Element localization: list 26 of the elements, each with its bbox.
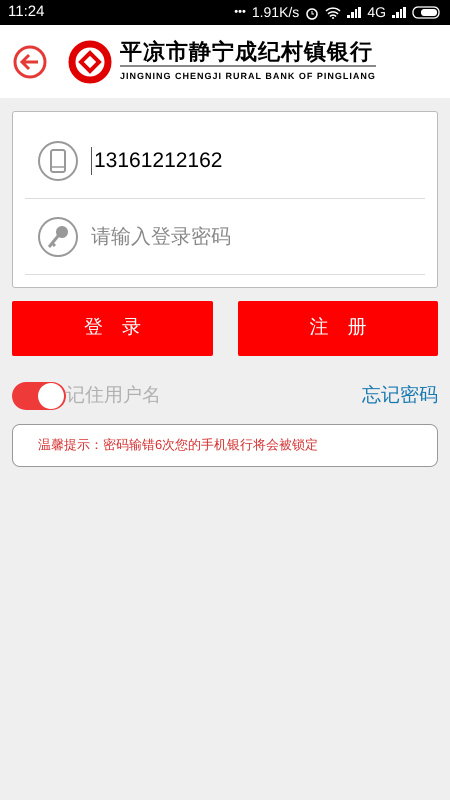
forgot-password-link[interactable]: 忘记密码	[362, 382, 438, 410]
notice-text: 温馨提示：密码输错6次您的手机银行将会被锁定	[38, 436, 318, 454]
bank-english-name: JINGNING CHENGJI RURAL BANK OF PINGLIANG	[120, 70, 376, 84]
phone-icon	[37, 140, 79, 182]
phone-field[interactable]: 13161212162	[25, 124, 425, 199]
remember-label: 记住用户名	[66, 384, 161, 408]
key-icon	[37, 216, 79, 258]
phone-input[interactable]: 13161212162	[94, 145, 425, 177]
network-speed: 1.91K/s	[252, 3, 300, 22]
remember-toggle[interactable]	[12, 382, 66, 410]
status-time: 11:24	[8, 2, 44, 22]
register-button[interactable]: 注 册	[238, 301, 438, 356]
signal-icon	[347, 7, 362, 18]
back-button[interactable]	[12, 44, 48, 80]
login-button[interactable]: 登 录	[12, 301, 212, 356]
back-icon	[12, 44, 48, 80]
alarm-icon	[305, 6, 320, 20]
password-input[interactable]: 请输入登录密码	[91, 222, 425, 252]
notification-dots: •••	[234, 5, 246, 20]
bank-logo-icon	[68, 40, 112, 84]
battery-icon	[412, 6, 442, 19]
wifi-icon	[325, 6, 342, 18]
signal-icon	[392, 7, 406, 18]
bank-name: 平凉市静宁成纪村镇银行	[120, 39, 376, 68]
password-field[interactable]: 请输入登录密码	[25, 199, 425, 275]
network-type: 4G	[367, 3, 386, 22]
